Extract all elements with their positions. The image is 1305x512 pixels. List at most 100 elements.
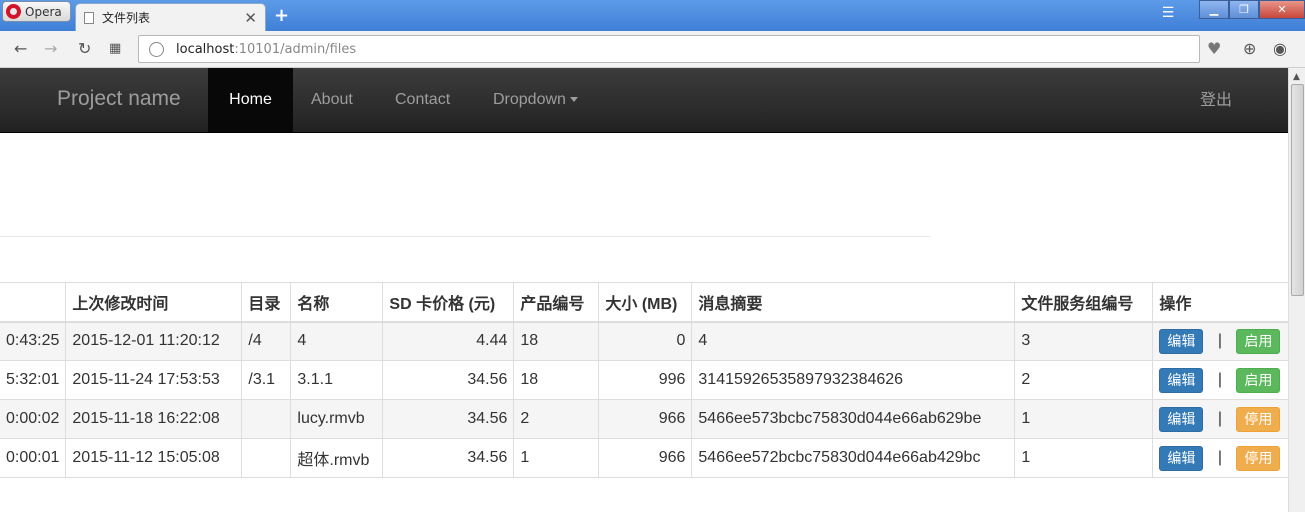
new-tab-button[interactable]: + bbox=[274, 5, 289, 26]
cell-created: 0:43:25 bbox=[0, 321, 67, 361]
cell-name: 超体.rmvb bbox=[290, 438, 384, 478]
cell-size: 966 bbox=[598, 438, 693, 478]
cell-dir bbox=[241, 438, 292, 478]
disable-button[interactable]: 停用 bbox=[1236, 445, 1281, 471]
col-digest: 消息摘要 bbox=[691, 282, 1016, 323]
cell-dir: /4 bbox=[241, 321, 292, 361]
table-row: 5:32:01 2015-11-24 17:53:53 /3.1 3.1.1 3… bbox=[0, 360, 1290, 400]
logout-link[interactable]: 登出 bbox=[1200, 68, 1232, 132]
col-price: SD 卡价格 (元) bbox=[382, 282, 515, 323]
cell-dir: /3.1 bbox=[241, 360, 292, 400]
address-toolbar: ← → ↻ ▦ localhost:10101/admin/files ♥ ⊕ … bbox=[0, 31, 1305, 68]
cell-group: 2 bbox=[1014, 360, 1154, 400]
cell-actions: 编辑 | 停用 bbox=[1152, 438, 1290, 478]
cell-modified: 2015-11-18 16:22:08 bbox=[65, 399, 243, 439]
speed-dial-icon[interactable]: ▦ bbox=[109, 41, 121, 56]
cell-product: 18 bbox=[513, 321, 600, 361]
nav-home[interactable]: Home bbox=[208, 68, 293, 132]
table-row: 0:00:02 2015-11-18 16:22:08 lucy.rmvb 34… bbox=[0, 399, 1290, 439]
site-info-icon[interactable] bbox=[149, 41, 164, 57]
action-separator: | bbox=[1217, 410, 1222, 427]
minimize-button[interactable]: ▁ bbox=[1199, 0, 1229, 19]
edit-button[interactable]: 编辑 bbox=[1159, 367, 1204, 393]
cell-digest: 5466ee572bcbc75830d044e66ab429bc bbox=[691, 438, 1016, 478]
window-close-button[interactable]: ✕ bbox=[1259, 0, 1305, 19]
tab-title: 文件列表 bbox=[102, 11, 151, 25]
navbar-brand[interactable]: Project name bbox=[57, 87, 181, 111]
url-field[interactable]: localhost:10101/admin/files bbox=[138, 35, 1200, 63]
cell-size: 0 bbox=[598, 321, 693, 361]
cell-modified: 2015-11-12 15:05:08 bbox=[65, 438, 243, 478]
url-path: :10101/admin/files bbox=[234, 41, 357, 57]
col-name: 名称 bbox=[290, 282, 384, 323]
enable-button[interactable]: 启用 bbox=[1236, 367, 1281, 393]
browser-titlebar: Opera 文件列表 ✕ + ☰ ▁ ❐ ✕ bbox=[0, 0, 1305, 31]
page-scrollbar[interactable]: ▲ bbox=[1288, 68, 1305, 512]
cell-name: 3.1.1 bbox=[290, 360, 384, 400]
reload-icon[interactable]: ↻ bbox=[78, 39, 91, 58]
edit-button[interactable]: 编辑 bbox=[1159, 328, 1204, 354]
cell-price: 34.56 bbox=[382, 360, 515, 400]
url-host: localhost bbox=[176, 41, 235, 57]
forward-arrow-icon[interactable]: → bbox=[44, 39, 57, 58]
cell-group: 1 bbox=[1014, 399, 1154, 439]
col-product: 产品编号 bbox=[513, 282, 600, 323]
cell-group: 3 bbox=[1014, 321, 1154, 361]
enable-button[interactable]: 启用 bbox=[1236, 328, 1281, 354]
cell-digest: 5466ee573bcbc75830d044e66ab629be bbox=[691, 399, 1016, 439]
tab-close-icon[interactable]: ✕ bbox=[244, 9, 257, 27]
cell-price: 34.56 bbox=[382, 438, 515, 478]
cell-dir bbox=[241, 399, 292, 439]
cell-product: 2 bbox=[513, 399, 600, 439]
edit-button[interactable]: 编辑 bbox=[1159, 406, 1204, 432]
col-dir: 目录 bbox=[241, 282, 292, 323]
files-table: 上次修改时间 目录 名称 SD 卡价格 (元) 产品编号 大小 (MB) 消息摘… bbox=[0, 282, 1290, 478]
maximize-button[interactable]: ❐ bbox=[1229, 0, 1259, 19]
browser-tab[interactable]: 文件列表 ✕ bbox=[75, 3, 266, 31]
download-icon[interactable]: ⊕ bbox=[1243, 39, 1256, 58]
nav-dropdown-label: Dropdown bbox=[493, 91, 566, 108]
action-separator: | bbox=[1217, 332, 1222, 350]
document-icon bbox=[84, 11, 94, 24]
cell-price: 4.44 bbox=[382, 321, 515, 361]
cell-modified: 2015-11-24 17:53:53 bbox=[65, 360, 243, 400]
nav-contact[interactable]: Contact bbox=[377, 68, 468, 132]
cell-modified: 2015-12-01 11:20:12 bbox=[65, 321, 243, 361]
scroll-up-icon[interactable]: ▲ bbox=[1293, 72, 1300, 82]
heart-icon[interactable]: ♥ bbox=[1207, 39, 1221, 58]
cell-created: 5:32:01 bbox=[0, 360, 67, 400]
cell-digest: 31415926535897932384626 bbox=[691, 360, 1016, 400]
col-actions: 操作 bbox=[1152, 282, 1290, 323]
back-arrow-icon[interactable]: ← bbox=[14, 39, 27, 58]
col-size: 大小 (MB) bbox=[598, 282, 693, 323]
cell-product: 18 bbox=[513, 360, 600, 400]
action-separator: | bbox=[1217, 449, 1222, 466]
cell-name: lucy.rmvb bbox=[290, 399, 384, 439]
edit-button[interactable]: 编辑 bbox=[1159, 445, 1204, 471]
opera-menu-label: Opera bbox=[25, 4, 62, 19]
col-modified: 上次修改时间 bbox=[65, 282, 243, 323]
caret-down-icon bbox=[569, 97, 578, 103]
table-row: 0:00:01 2015-11-12 15:05:08 超体.rmvb 34.5… bbox=[0, 438, 1290, 478]
nav-about[interactable]: About bbox=[293, 68, 371, 132]
disable-button[interactable]: 停用 bbox=[1236, 406, 1281, 432]
cell-actions: 编辑 | 启用 bbox=[1152, 360, 1290, 400]
account-icon[interactable]: ◉ bbox=[1273, 39, 1287, 58]
cell-group: 1 bbox=[1014, 438, 1154, 478]
site-navbar: Project name Home About Contact Dropdown… bbox=[0, 68, 1288, 133]
col-group: 文件服务组编号 bbox=[1014, 282, 1154, 323]
opera-menu-button[interactable]: Opera bbox=[2, 1, 71, 22]
cell-created: 0:00:02 bbox=[0, 399, 67, 439]
scrollbar-thumb[interactable] bbox=[1291, 84, 1304, 296]
tab-menu-icon[interactable]: ☰ bbox=[1153, 0, 1183, 22]
cell-product: 1 bbox=[513, 438, 600, 478]
table-row: 0:43:25 2015-12-01 11:20:12 /4 4 4.44 18… bbox=[0, 321, 1290, 361]
cell-name: 4 bbox=[290, 321, 384, 361]
divider bbox=[0, 236, 930, 237]
action-separator: | bbox=[1217, 371, 1222, 388]
col-created bbox=[0, 282, 67, 323]
cell-actions: 编辑 | 启用 bbox=[1152, 321, 1290, 361]
nav-dropdown[interactable]: Dropdown bbox=[475, 68, 596, 132]
cell-actions: 编辑 | 停用 bbox=[1152, 399, 1290, 439]
cell-price: 34.56 bbox=[382, 399, 515, 439]
